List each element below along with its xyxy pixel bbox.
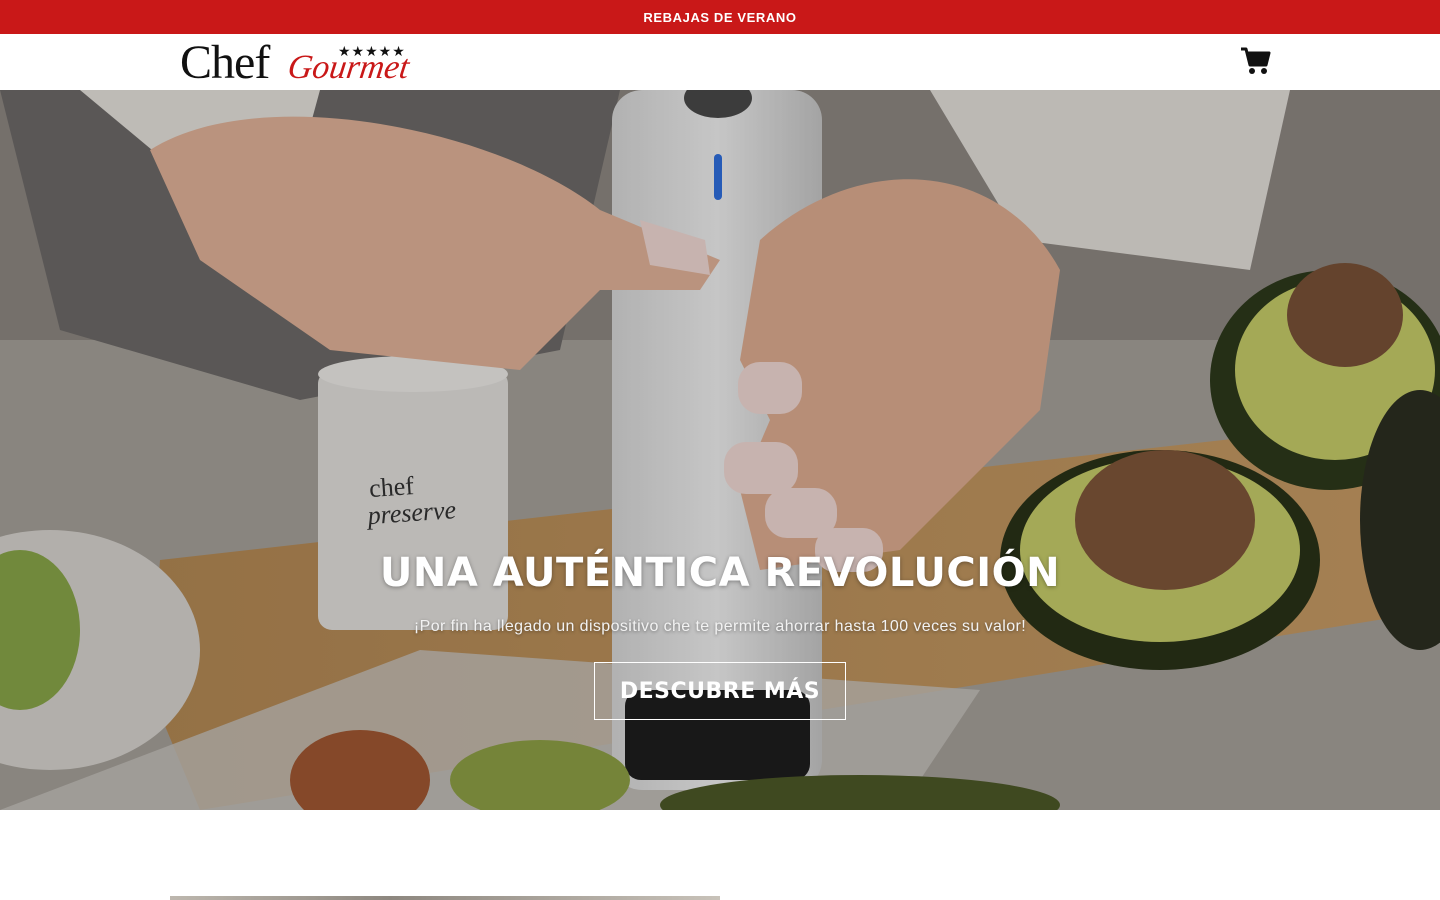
- section-image-top-edge: [170, 896, 720, 900]
- hero-title: UNA AUTÉNTICA REVOLUCIÓN: [379, 550, 1061, 596]
- hero-banner: chef preserve UNA AUTÉNTICA REVOLUCIÓN ¡…: [0, 90, 1440, 810]
- hero-subtitle: ¡Por fin ha llegado un dispositivo che t…: [413, 618, 1027, 635]
- logo-chef-text: Chef: [180, 36, 270, 89]
- shopping-cart-icon[interactable]: [1240, 46, 1272, 76]
- announcement-text: REBAJAS DE VERANO: [643, 9, 797, 25]
- discover-more-button[interactable]: DESCUBRE MÁS: [594, 662, 846, 720]
- logo-stars: ★★★★★: [338, 44, 406, 60]
- announcement-bar: REBAJAS DE VERANO: [0, 0, 1440, 34]
- site-header: Chef Gourmet ★★★★★: [0, 34, 1440, 90]
- logo[interactable]: Chef Gourmet ★★★★★: [180, 38, 420, 88]
